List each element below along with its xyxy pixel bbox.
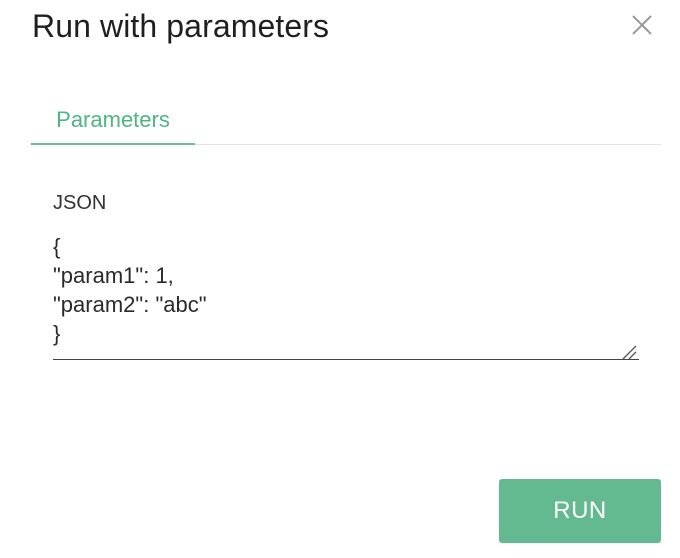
tab-label: Parameters	[56, 107, 170, 132]
run-parameters-dialog: Run with parameters Parameters JSON { "p…	[0, 0, 680, 558]
resize-grip-icon	[622, 345, 637, 360]
json-field-label: JSON	[53, 192, 107, 214]
close-icon	[632, 15, 652, 35]
active-tab-indicator	[31, 143, 195, 145]
resize-handle[interactable]	[620, 344, 638, 360]
dialog-title: Run with parameters	[32, 8, 330, 44]
json-parameters-textarea[interactable]: { "param1": 1, "param2": "abc" }	[53, 232, 639, 360]
tab-bar: Parameters	[31, 98, 661, 145]
tab-parameters[interactable]: Parameters	[31, 98, 195, 143]
run-button[interactable]: RUN	[499, 479, 661, 543]
close-button[interactable]	[626, 9, 658, 41]
